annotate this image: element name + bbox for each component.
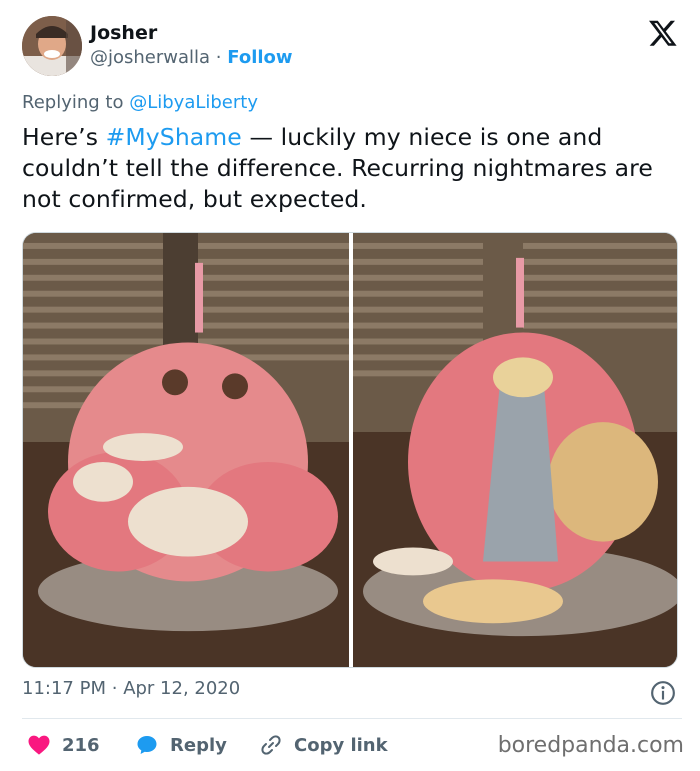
- link-icon: [261, 735, 281, 755]
- replying-prefix: Replying to: [22, 92, 124, 113]
- x-logo-icon[interactable]: [648, 18, 678, 48]
- tweet-text: Here’s #MyShame — luckily my niece is on…: [22, 122, 682, 215]
- reply-bubble-icon: [137, 736, 157, 754]
- heart-icon: [28, 735, 50, 755]
- author-handle[interactable]: @josherwalla: [90, 47, 210, 68]
- follow-button[interactable]: Follow: [227, 47, 292, 68]
- reply-mention-link[interactable]: @LibyaLiberty: [129, 92, 258, 113]
- tweet-header: Josher @josherwalla · Follow: [22, 16, 682, 80]
- tweet-date: Apr 12, 2020: [123, 678, 241, 699]
- replying-to: Replying to @LibyaLiberty: [22, 92, 258, 113]
- like-count: 216: [62, 734, 100, 756]
- tweet-time: 11:17 PM: [22, 678, 106, 699]
- handle-separator: ·: [215, 47, 222, 68]
- hashtag-link[interactable]: #MyShame: [106, 123, 242, 151]
- cake-before-photo[interactable]: [23, 233, 349, 667]
- like-button[interactable]: 216: [26, 728, 100, 762]
- reply-button[interactable]: Reply: [134, 728, 227, 762]
- author-info: Josher @josherwalla · Follow: [90, 21, 293, 71]
- copy-link-label: Copy link: [294, 734, 388, 756]
- media-grid: [22, 232, 678, 668]
- reply-label: Reply: [170, 734, 227, 756]
- watermark: boredpanda.com: [497, 733, 684, 758]
- tweet-timestamp[interactable]: 11:17 PM · Apr 12, 2020: [22, 678, 240, 699]
- author-display-name[interactable]: Josher: [90, 21, 293, 45]
- tweet-text-before: Here’s: [22, 123, 106, 151]
- info-icon[interactable]: [650, 680, 676, 706]
- cake-after-photo[interactable]: [353, 233, 678, 667]
- divider: [22, 718, 682, 719]
- avatar[interactable]: [22, 16, 82, 76]
- avatar-image: [22, 16, 82, 76]
- author-handle-row: @josherwalla · Follow: [90, 45, 293, 71]
- meta-separator: ·: [111, 678, 118, 699]
- copy-link-button[interactable]: Copy link: [258, 728, 388, 762]
